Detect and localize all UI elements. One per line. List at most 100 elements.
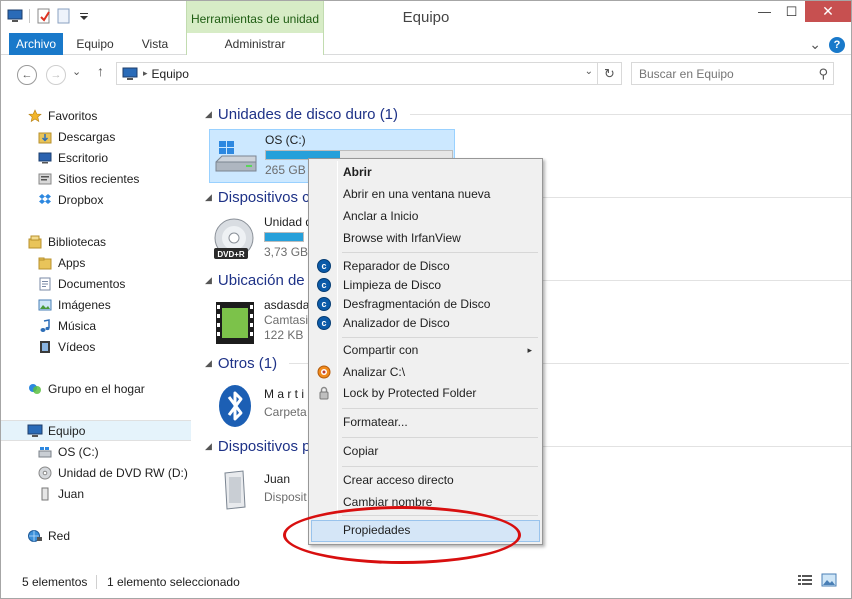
nav-item-apps[interactable]: Apps [1, 252, 191, 273]
nav-item-label: OS (C:) [58, 444, 99, 459]
nav-item-dropbox[interactable]: Dropbox [1, 189, 191, 210]
nav-item-favoritos[interactable]: Favoritos [1, 105, 191, 126]
dvd-icon: DVD+R [212, 218, 258, 262]
menu-item-compartir[interactable]: Compartir con ▸ [311, 340, 540, 360]
menu-item-analizar[interactable]: Analizar C:\ [311, 362, 540, 382]
dvd-label: DVD+R [217, 250, 245, 259]
forward-button[interactable]: → [46, 65, 66, 85]
computer-icon[interactable] [7, 8, 23, 24]
nav-item-label: Escritorio [58, 150, 109, 165]
ccleaner-icon: c [317, 297, 331, 311]
tab-equipo[interactable]: Equipo [67, 33, 123, 55]
nav-item-imagenes[interactable]: Imágenes [1, 294, 191, 315]
help-button[interactable]: ? [829, 36, 845, 53]
menu-item-propiedades[interactable]: Propiedades [311, 520, 540, 542]
menu-separator [342, 337, 538, 338]
nav-item-label: Dropbox [58, 192, 104, 207]
menu-item-label: Analizar C:\ [343, 365, 406, 379]
properties-icon[interactable] [36, 8, 52, 24]
new-folder-icon[interactable] [56, 8, 72, 24]
nav-item-bibliotecas[interactable]: Bibliotecas [1, 231, 191, 252]
details-view-icon[interactable] [797, 573, 813, 590]
nav-item-videos[interactable]: Vídeos [1, 336, 191, 357]
group-header-label: Otros (1) [217, 355, 278, 372]
menu-item-lock[interactable]: Lock by Protected Folder [311, 383, 540, 403]
menu-item-label: Lock by Protected Folder [343, 386, 477, 400]
menu-item-copiar[interactable]: Copiar [311, 441, 540, 461]
drive-title: OS (C:) [265, 133, 306, 147]
menu-item-abrir[interactable]: Abrir [311, 162, 540, 182]
ribbon-tabs: Archivo Equipo Vista Administrar ⌄ ? [1, 33, 851, 55]
status-separator [96, 575, 97, 589]
network-icon [27, 528, 43, 544]
folder-icon [37, 255, 53, 271]
portable-device-icon [212, 467, 258, 511]
nav-item-musica[interactable]: Música [1, 315, 191, 336]
ccleaner-icon: c [317, 278, 331, 292]
drive-title: Unidad d [264, 215, 313, 229]
nav-item-descargas[interactable]: Descargas [1, 126, 191, 147]
menu-item-cambiar-nombre[interactable]: Cambiar nombre [311, 492, 540, 512]
search-box: ⚲ [631, 62, 834, 85]
nav-item-sitios-recientes[interactable]: Sitios recientes [1, 168, 191, 189]
up-button[interactable]: ↑ [97, 63, 104, 79]
computer-icon [27, 423, 43, 439]
menu-item-formatear[interactable]: Formatear... [311, 412, 540, 432]
tab-vista[interactable]: Vista [129, 33, 181, 55]
large-icons-view-icon[interactable] [821, 573, 837, 590]
group-header-hard-drives[interactable]: ◢ Unidades de disco duro (1) [205, 106, 851, 123]
nav-item-documentos[interactable]: Documentos [1, 273, 191, 294]
antivirus-icon [317, 365, 331, 379]
window-controls: — ☐ ✕ [751, 1, 851, 22]
toolbar-separator [29, 9, 30, 23]
recent-locations-icon[interactable]: ⌄ [72, 65, 81, 78]
address-bar[interactable]: ▸ Equipo ⌄ ↻ [116, 62, 622, 85]
menu-item-analizador[interactable]: c Analizador de Disco [311, 313, 540, 333]
nav-item-label: Imágenes [58, 297, 111, 312]
menu-item-abrir-nueva-ventana[interactable]: Abrir en una ventana nueva [311, 184, 540, 204]
menu-item-irfanview[interactable]: Browse with IrfanView [311, 228, 540, 248]
menu-item-anclar-inicio[interactable]: Anclar a Inicio [311, 206, 540, 226]
collapse-ribbon-icon[interactable]: ⌄ [809, 36, 821, 53]
menu-separator [342, 437, 538, 438]
nav-item-escritorio[interactable]: Escritorio [1, 147, 191, 168]
tab-administrar[interactable]: Administrar [186, 33, 324, 55]
nav-item-juan[interactable]: Juan [1, 483, 191, 504]
drive-usage-fill [265, 233, 303, 241]
nav-item-label: Grupo en el hogar [48, 381, 145, 396]
minimize-button[interactable]: — [751, 1, 778, 22]
nav-item-dvd[interactable]: Unidad de DVD RW (D:) 2 [1, 462, 191, 483]
nav-item-red[interactable]: Red [1, 525, 191, 546]
nav-item-label: Favoritos [48, 108, 98, 123]
breadcrumb-equipo[interactable]: Equipo [152, 67, 189, 81]
maximize-button[interactable]: ☐ [778, 1, 805, 22]
group-header-label: Ubicación de r [217, 272, 314, 289]
menu-item-reparador[interactable]: c Reparador de Disco [311, 256, 540, 276]
chevron-down-icon: ◢ [205, 109, 212, 119]
address-dropdown-icon[interactable]: ⌄ [585, 66, 593, 77]
breadcrumb-separator[interactable]: ▸ [143, 68, 148, 79]
group-header-label: Unidades de disco duro (1) [217, 106, 399, 123]
navigation-pane: Favoritos Descargas Escritorio Sitios re… [1, 97, 191, 567]
drive-free-space: 3,73 GB [264, 245, 309, 259]
nav-item-equipo[interactable]: Equipo [1, 420, 191, 441]
tab-archivo[interactable]: Archivo [9, 33, 63, 55]
nav-item-os-c[interactable]: OS (C:) [1, 441, 191, 462]
navigation-bar: ← → ⌄ ↑ ▸ Equipo ⌄ ↻ ⚲ [1, 56, 851, 94]
refresh-button[interactable]: ↻ [597, 63, 621, 84]
nav-item-grupo-hogar[interactable]: Grupo en el hogar [1, 378, 191, 399]
drive-usage-bar [264, 232, 304, 242]
item-count: 5 elementos [22, 575, 88, 589]
arrow-right-icon: → [50, 69, 62, 81]
search-icon[interactable]: ⚲ [818, 66, 828, 82]
search-input[interactable] [632, 63, 812, 84]
menu-item-limpieza[interactable]: c Limpieza de Disco [311, 275, 540, 295]
customize-toolbar-icon[interactable] [76, 8, 92, 24]
nav-item-label: Juan [58, 486, 85, 501]
menu-item-label: Analizador de Disco [343, 316, 450, 330]
menu-item-desfragmentacion[interactable]: c Desfragmentación de Disco [311, 294, 540, 314]
menu-item-crear-acceso[interactable]: Crear acceso directo [311, 470, 540, 490]
nav-item-label: Red [48, 528, 71, 543]
back-button[interactable]: ← [17, 65, 37, 85]
close-button[interactable]: ✕ [805, 1, 851, 22]
